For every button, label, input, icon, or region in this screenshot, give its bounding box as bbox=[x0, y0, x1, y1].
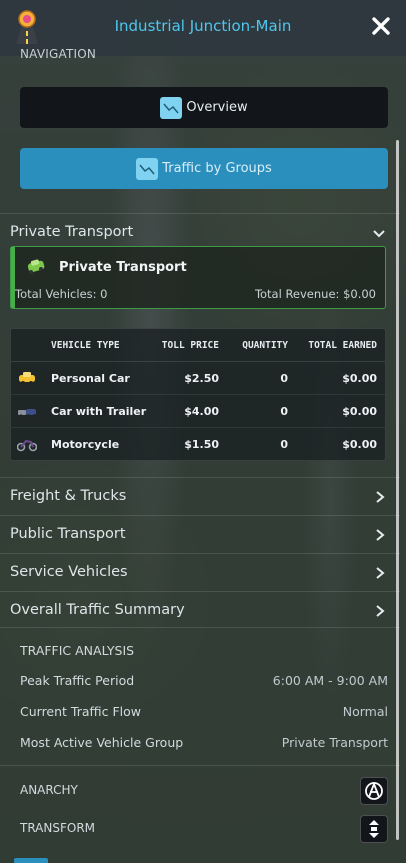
scrollbar[interactable] bbox=[396, 140, 399, 840]
motorcycle-icon bbox=[17, 439, 37, 452]
vehicle-type: Motorcycle bbox=[51, 438, 120, 451]
analysis-item-value: Normal bbox=[342, 704, 388, 719]
analysis-item-value: 6:00 AM - 9:00 AM bbox=[272, 673, 388, 688]
close-icon[interactable] bbox=[370, 15, 392, 37]
col-vehicle-type: VEHICLE TYPE bbox=[51, 340, 120, 351]
page-title: Industrial Junction-Main bbox=[114, 17, 292, 35]
analysis-item-label: Current Traffic Flow bbox=[20, 704, 141, 719]
vehicle-table: VEHICLE TYPE TOLL PRICE QUANTITY TOTAL E… bbox=[10, 328, 386, 461]
bottom-tab-indicator[interactable] bbox=[14, 858, 48, 863]
traffic-by-groups-button[interactable]: Traffic by Groups bbox=[20, 148, 388, 189]
total-vehicles: Total Vehicles: 0 bbox=[15, 287, 108, 301]
table-header: VEHICLE TYPE TOLL PRICE QUANTITY TOTAL E… bbox=[11, 329, 385, 362]
vehicle-type: Personal Car bbox=[51, 372, 130, 385]
group-label: Public Transport bbox=[10, 526, 126, 542]
group-freight-trucks[interactable]: Freight & Trucks bbox=[0, 477, 400, 515]
chevron-right-icon bbox=[376, 491, 385, 503]
navigation-label: NAVIGATION bbox=[20, 47, 97, 61]
chevron-down-icon bbox=[373, 230, 385, 238]
table-row[interactable]: Personal Car $2.50 0 $0.00 bbox=[11, 362, 385, 395]
transform-label: TRANSFORM bbox=[20, 821, 96, 835]
group-service-vehicles[interactable]: Service Vehicles bbox=[0, 553, 400, 591]
analysis-item-label: Peak Traffic Period bbox=[20, 673, 135, 688]
car-trailer-icon bbox=[18, 409, 36, 418]
anarchy-button[interactable] bbox=[360, 777, 388, 805]
car-icon bbox=[27, 259, 45, 274]
divider bbox=[0, 627, 400, 628]
total-earned: $0.00 bbox=[342, 372, 377, 385]
toll-price: $2.50 bbox=[184, 372, 219, 385]
divider bbox=[0, 765, 400, 766]
personal-car-icon bbox=[19, 372, 35, 385]
vehicle-type: Car with Trailer bbox=[51, 405, 147, 418]
col-total-earned: TOTAL EARNED bbox=[308, 340, 377, 351]
group-label: Private Transport bbox=[10, 224, 134, 240]
col-toll-price: TOLL PRICE bbox=[161, 340, 219, 351]
traffic-analysis-label: TRAFFIC ANALYSIS bbox=[20, 643, 135, 658]
traffic-by-groups-label: Traffic by Groups bbox=[162, 161, 272, 176]
table-row[interactable]: Car with Trailer $4.00 0 $0.00 bbox=[11, 395, 385, 428]
private-transport-card: Private Transport Total Vehicles: 0 Tota… bbox=[10, 246, 386, 309]
chart-icon bbox=[160, 96, 183, 119]
group-label: Overall Traffic Summary bbox=[10, 602, 185, 618]
transform-button[interactable] bbox=[360, 815, 388, 843]
total-earned: $0.00 bbox=[342, 438, 377, 451]
toll-price: $1.50 bbox=[184, 438, 219, 451]
card-title: Private Transport bbox=[59, 260, 187, 275]
analysis-item-value: Private Transport bbox=[281, 735, 388, 750]
overview-button[interactable]: Overview bbox=[20, 87, 388, 128]
group-label: Freight & Trucks bbox=[10, 488, 127, 504]
table-row[interactable]: Motorcycle $1.50 0 $0.00 bbox=[11, 428, 385, 461]
group-public-transport[interactable]: Public Transport bbox=[0, 515, 400, 553]
chevron-right-icon bbox=[376, 529, 385, 541]
toll-price: $4.00 bbox=[184, 405, 219, 418]
analysis-item-label: Most Active Vehicle Group bbox=[20, 735, 184, 750]
total-earned: $0.00 bbox=[342, 405, 377, 418]
group-overall-summary[interactable]: Overall Traffic Summary bbox=[0, 591, 400, 629]
group-label: Service Vehicles bbox=[10, 564, 128, 580]
overview-label: Overview bbox=[186, 100, 248, 115]
quantity: 0 bbox=[280, 438, 288, 451]
anarchy-icon bbox=[365, 781, 383, 800]
chevron-right-icon bbox=[376, 567, 385, 579]
chart-icon bbox=[136, 157, 159, 180]
anarchy-label: ANARCHY bbox=[20, 783, 78, 797]
transform-icon bbox=[369, 820, 379, 838]
chevron-right-icon bbox=[376, 605, 385, 617]
col-quantity: QUANTITY bbox=[242, 340, 288, 351]
total-revenue: Total Revenue: $0.00 bbox=[254, 287, 376, 301]
quantity: 0 bbox=[280, 372, 288, 385]
quantity: 0 bbox=[280, 405, 288, 418]
